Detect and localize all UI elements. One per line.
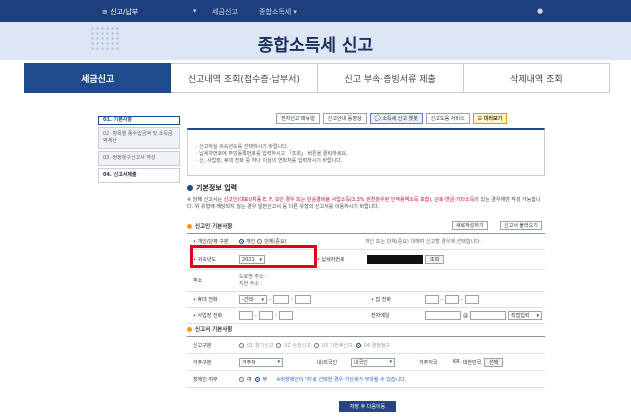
chevron-down-icon: ▾ xyxy=(536,312,539,319)
tab-deleted-history[interactable]: 삭제내역 조회 xyxy=(463,63,610,93)
radio-individual[interactable] xyxy=(239,239,244,244)
section-heading-basic-info: 기본정보 입력 xyxy=(187,183,237,193)
bullet-icon xyxy=(187,185,193,191)
instruction-line: · 신고하실 귀속년도를 선택하시기 바랍니다. xyxy=(196,144,289,150)
instruction-line: · 납세자번호에 주민등록번호를 입력하시고 「조회」 버튼을 클릭하세요. xyxy=(196,151,348,157)
mobile-prefix-select[interactable]: -선택- ▾ xyxy=(239,295,267,304)
biz-phone-1-input[interactable] xyxy=(239,311,253,320)
field-label: 사업장 전화 xyxy=(197,313,223,319)
form-row-disabled: 장애인 여부 여 부 ※비장애인이 '여'로 선택한 경우 가산세가 부과될 수… xyxy=(187,371,545,388)
form-row-phone: • 휴대 전화 -선택- ▾ - - • 집 전화 - - xyxy=(187,292,545,308)
country-code: KR xyxy=(453,359,460,365)
tab-tax-report[interactable]: 세금신고 xyxy=(24,63,172,93)
tab-report-history[interactable]: 신고내역 조회(접수증·납부서) xyxy=(171,63,318,93)
report-form: 신고구분 01 정기신고 02 수정신고 03 기한후신고 04 경정청구 거주… xyxy=(187,336,545,388)
chatbot-button[interactable]: 💬 소득세 신고 챗봇 xyxy=(369,113,423,124)
instruction-line: · 신, 사업장, 휴대 전화 중 하나 이상의 연락처를 입력하시기 바랍니다… xyxy=(196,158,343,164)
email-domain-select[interactable]: 직접입력 ▾ xyxy=(508,311,542,320)
nav-link-income-tax[interactable]: 종합소득세 ▾ xyxy=(259,7,297,17)
field-label: 집 전화 xyxy=(375,297,391,303)
email-id-input[interactable] xyxy=(425,311,461,320)
circle-icon[interactable]: ● xyxy=(537,7,543,15)
highlight-box xyxy=(190,245,317,268)
disabled-note: ※비장애인이 '여'로 선택한 경우 가산세가 부과될 수 있습니다. xyxy=(276,376,407,383)
radio-amended[interactable] xyxy=(276,342,282,348)
sidebar-item-basic-info[interactable]: 01. 기본사항 xyxy=(98,116,180,125)
instruction-box: · 신고하실 귀속년도를 선택하시기 바랍니다. · 납세자번호에 주민등록번호… xyxy=(187,128,545,176)
radio-late[interactable] xyxy=(313,342,319,348)
form-row-biz-phone: • 사업장 전화 - - 전자메일 @ 직접입력 ▾ xyxy=(187,308,545,324)
menu-button[interactable]: ≡ 신고/납부 xyxy=(102,7,138,17)
radio-organization[interactable] xyxy=(257,239,263,244)
residence-select[interactable]: 거주자 ▾ xyxy=(239,357,283,367)
preview-button[interactable]: ☰ 미리보기 xyxy=(472,113,508,124)
field-label: 장애인 여부 xyxy=(193,376,218,383)
chevron-down-icon: ▾ xyxy=(261,296,264,303)
sidebar-item-submit[interactable]: 04. 신고서제출 xyxy=(98,168,180,183)
chevron-down-icon: ▾ xyxy=(389,359,392,365)
home-phone-2-input[interactable] xyxy=(444,295,459,304)
radio-disabled-no[interactable] xyxy=(254,376,260,382)
road-address-label: 도로명 주소 : xyxy=(239,273,267,280)
radio-regular[interactable] xyxy=(239,342,244,348)
form-row-residence: 거주구분 거주자 ▾ 내/외국인 내국인 ▾ 거주지국 KR 대한민국 선택 xyxy=(187,354,545,371)
help-toolbar: 전자신고 매뉴얼 신고안내 동영상 💬 소득세 신고 챗봇 신고도움 서비스 ☰… xyxy=(276,113,508,124)
biz-phone-3-input[interactable] xyxy=(278,311,293,320)
email-domain-input[interactable] xyxy=(470,311,506,320)
field-label: 내/외국인 xyxy=(317,359,338,366)
field-label: 거주구분 xyxy=(193,359,212,366)
save-next-button[interactable]: 저장 후 다음이동 xyxy=(339,401,396,412)
page-title: 종합소득세 신고 xyxy=(257,36,374,56)
radio-correction[interactable] xyxy=(355,342,361,348)
radio-disabled-yes[interactable] xyxy=(239,376,244,382)
mobile-last-input[interactable] xyxy=(294,295,311,304)
sidebar-item-income-calc[interactable]: 02. 항목별 종수입금액 및 소득금액계산 xyxy=(98,127,180,149)
section-heading-reporter: 신고인 기본사항 xyxy=(187,222,232,230)
field-label: 전자메일 xyxy=(371,313,390,319)
country-name: 대한민국 xyxy=(462,359,482,366)
biz-phone-2-input[interactable] xyxy=(258,311,273,320)
bullet-icon xyxy=(187,327,192,332)
lookup-button[interactable]: 조회 xyxy=(425,255,445,264)
section-heading-report: 신고서 기본사항 xyxy=(187,325,232,333)
field-label: 휴대 전화 xyxy=(197,297,218,303)
form-row-address: 주소 도로명 주소 : 지번 주소 : xyxy=(187,270,545,292)
home-phone-3-input[interactable] xyxy=(464,295,479,304)
nav-link-tax-report[interactable]: 세금신고 xyxy=(212,7,238,17)
field-label: 주소 xyxy=(193,278,203,284)
page-banner: 종합소득세 신고 xyxy=(0,22,631,60)
taxpayer-number-input[interactable] xyxy=(367,255,423,264)
help-service-button[interactable]: 신고도움 서비스 xyxy=(425,113,470,124)
main-tabs: 세금신고 신고내역 조회(접수증·납부서) 신고 부속·증빙서류 제출 삭제내역… xyxy=(24,63,610,93)
mobile-mid-input[interactable] xyxy=(272,295,289,304)
chevron-down-icon: ▾ xyxy=(277,359,280,365)
eligibility-notice: ※ 당해 신고서는 신고인(대표)/자동 E, F, G인 경우 또는 단순경비… xyxy=(187,197,541,210)
load-form-button[interactable]: 신고서 불러오기 xyxy=(500,221,542,230)
country-select-button[interactable]: 선택 xyxy=(484,357,504,367)
field-label: 납세자번호 xyxy=(321,257,345,263)
new-form-button[interactable]: 새로작성하기 xyxy=(452,221,488,230)
field-label: 거주지국 xyxy=(419,359,438,366)
lot-address-label: 지번 주소 : xyxy=(239,280,263,287)
type-note: 개인 또는 단체(중요) 대해여 신고할 경우에 선택합니다. xyxy=(365,239,482,245)
nationality-select[interactable]: 내국인 ▾ xyxy=(351,357,395,367)
sidebar-item-correction[interactable]: 03. 정정청구신고서 작성 xyxy=(98,151,180,166)
chevron-down-icon[interactable]: ▾ xyxy=(193,7,197,15)
home-phone-1-input[interactable] xyxy=(425,295,439,304)
top-nav-bar: ≡ 신고/납부 ▾ 세금신고 종합소득세 ▾ ● xyxy=(0,0,631,22)
tab-submit-documents[interactable]: 신고 부속·증빙서류 제출 xyxy=(317,63,464,93)
field-label: 신고구분 xyxy=(193,342,212,349)
form-row-report-kind: 신고구분 01 정기신고 02 수정신고 03 기한후신고 04 경정청구 xyxy=(187,337,545,354)
step-sidebar: 01. 기본사항 02. 항목별 종수입금액 및 소득금액계산 03. 정정청구… xyxy=(98,116,180,185)
bullet-icon xyxy=(187,224,192,229)
manual-button[interactable]: 전자신고 매뉴얼 xyxy=(276,113,320,124)
video-guide-button[interactable]: 신고안내 동영상 xyxy=(322,113,367,124)
